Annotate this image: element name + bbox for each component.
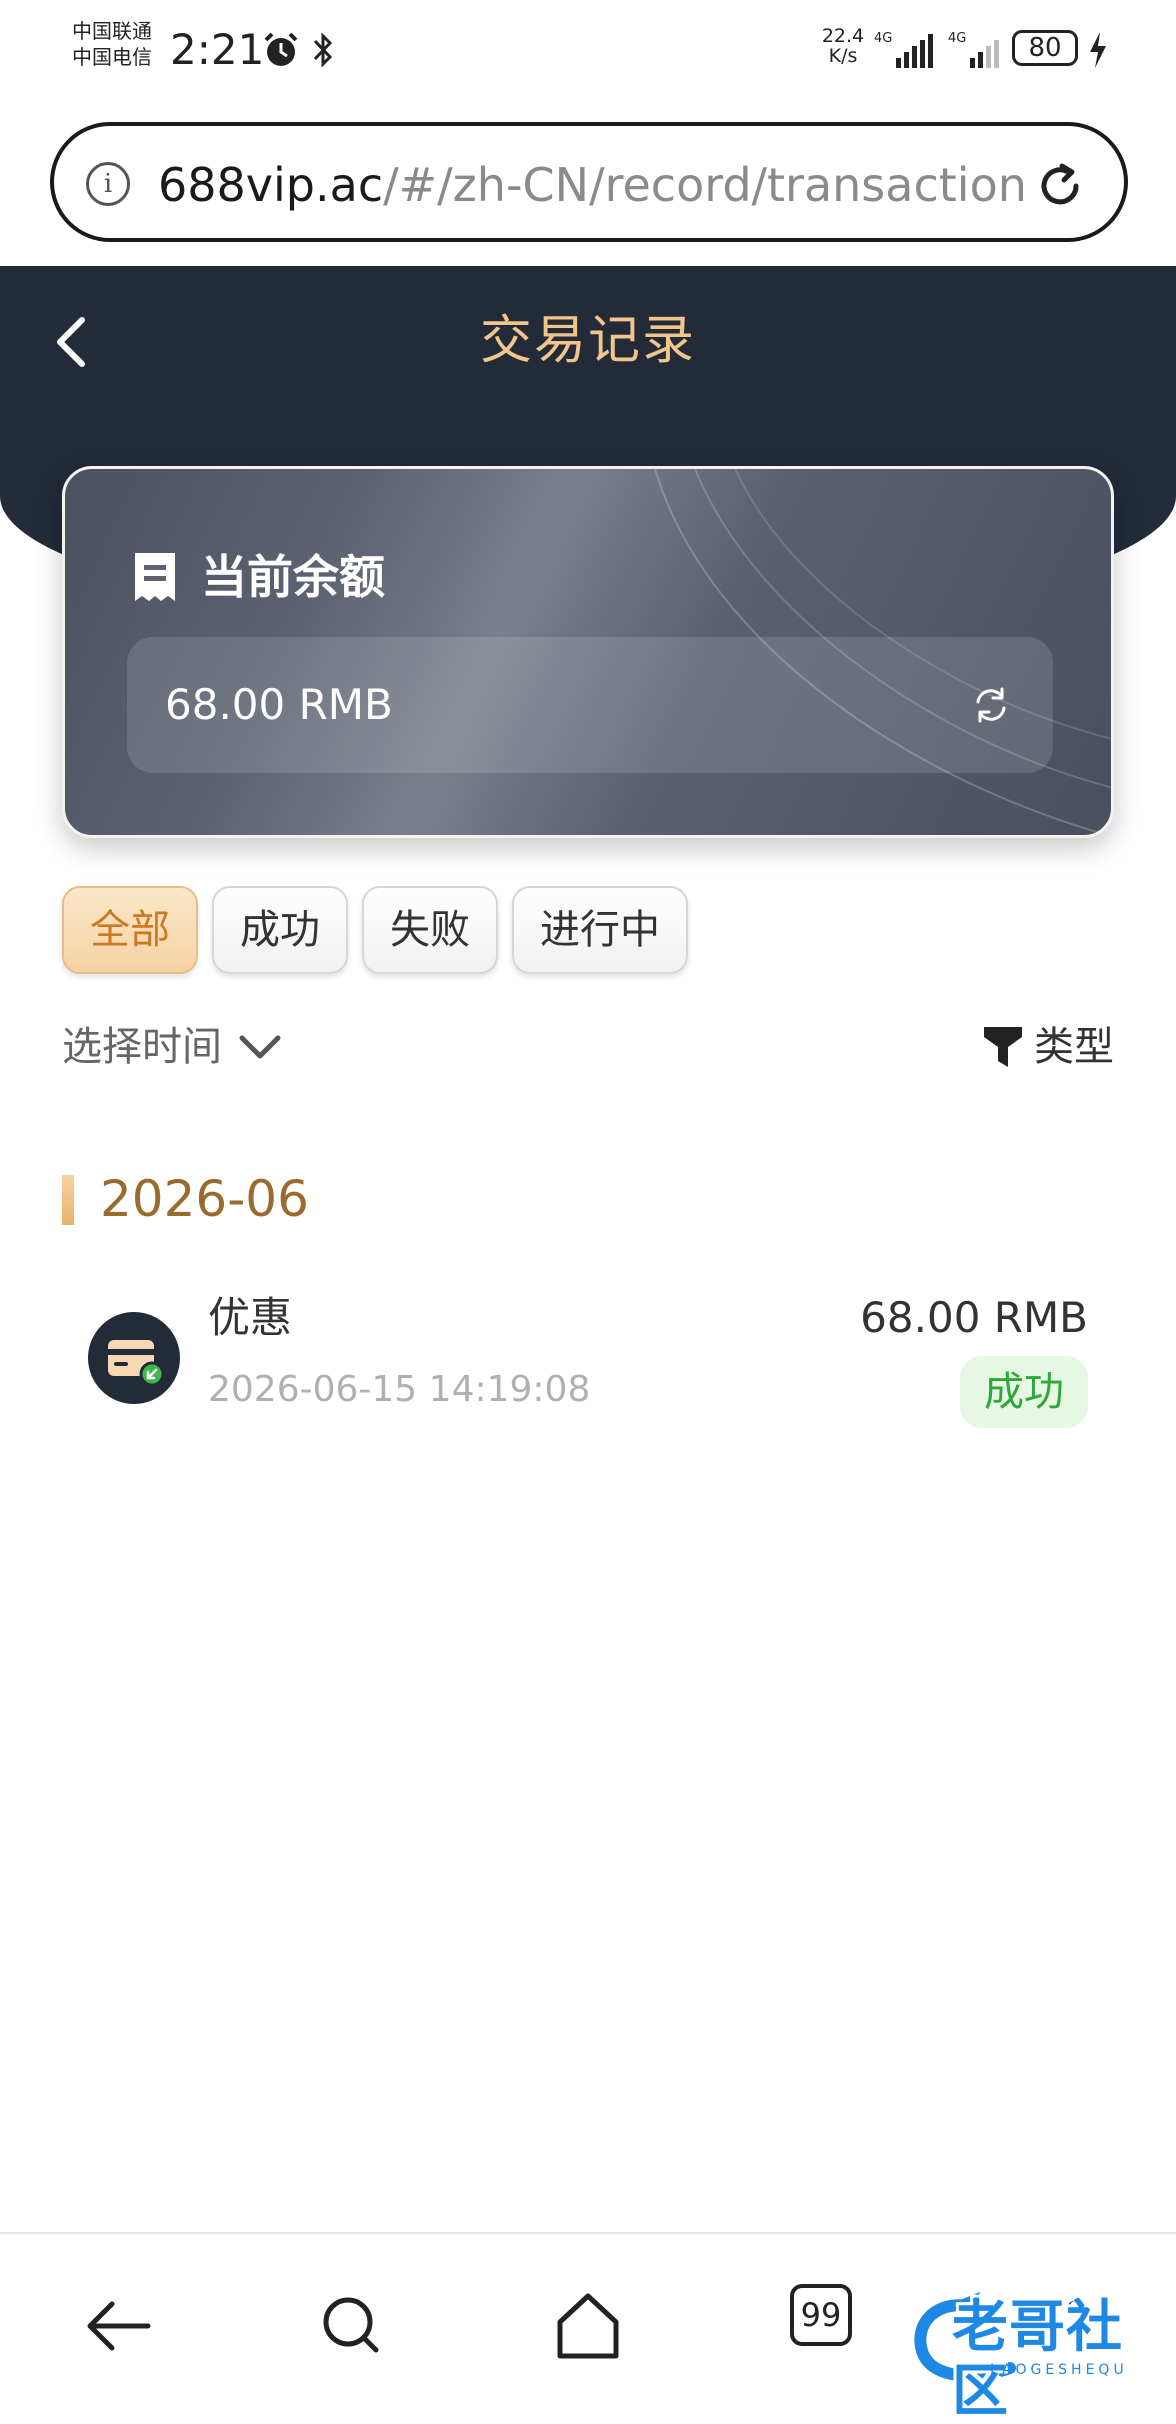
watermark-subtext: LAOGESHEQU [990, 2362, 1128, 2378]
nav-home-icon[interactable] [548, 2286, 628, 2366]
watermark-text: 老哥社区 [952, 2295, 1123, 2424]
refresh-balance-icon[interactable] [971, 685, 1011, 725]
url-text[interactable]: 688vip.ac/#/zh-CN/record/transaction [158, 156, 1038, 214]
network-type-1: 4G [874, 31, 892, 46]
transaction-row[interactable]: 优惠 2026-06-15 14:19:08 68.00 RMB 成功 [62, 1270, 1114, 1440]
time-select[interactable]: 选择时间 [62, 1018, 282, 1076]
filter-tab-success[interactable]: 成功 [212, 886, 348, 974]
status-time: 2:21 [170, 25, 265, 74]
site-info-icon[interactable]: i [86, 162, 130, 206]
filter-tab-in-progress[interactable]: 进行中 [512, 886, 688, 974]
deposit-card-icon [108, 1340, 165, 1387]
nav-back-icon[interactable] [78, 2286, 158, 2366]
filter-tab-all[interactable]: 全部 [62, 886, 198, 974]
filter-icon [984, 1027, 1022, 1067]
url-path: /#/zh-CN/record/transaction [383, 158, 1027, 212]
nav-tabs-icon[interactable]: 99 [790, 2284, 852, 2346]
month-marker [62, 1175, 74, 1225]
alarm-icon [264, 32, 298, 66]
net-speed: 22.4 K/s [821, 25, 865, 67]
charging-icon [1090, 32, 1106, 68]
month-label: 2026-06 [100, 1170, 309, 1228]
signal-icon: 4G [874, 31, 933, 68]
balance-card: 当前余额 68.00 RMB [62, 466, 1114, 838]
type-filter-label: 类型 [1034, 1024, 1114, 1070]
type-filter[interactable]: 类型 [982, 1018, 1114, 1076]
reload-icon[interactable] [1032, 158, 1088, 214]
balance-value: 68.00 RMB [165, 680, 393, 729]
signal-icon-2: 4G [948, 31, 999, 68]
network-type-2: 4G [948, 31, 966, 46]
transaction-status-badge: 成功 [960, 1356, 1088, 1428]
url-host: 688vip.ac [158, 158, 384, 212]
transaction-title: 优惠 [208, 1293, 293, 1342]
nav-search-icon[interactable] [312, 2286, 392, 2366]
carrier-2: 中国电信 [72, 45, 152, 69]
time-select-label: 选择时间 [62, 1024, 222, 1070]
watermark-logo: 老哥社区 LAOGESHEQU [910, 2290, 1170, 2424]
carrier-1: 中国联通 [72, 19, 152, 43]
page-title: 交易记录 [479, 311, 696, 371]
carrier-info: 中国联通 中国电信 [72, 18, 152, 70]
balance-label: 当前余额 [201, 550, 385, 604]
status-bar: 中国联通 中国电信 2:21 22.4 K/s 4G 4G 80 [0, 0, 1176, 110]
transaction-amount: 68.00 RMB [860, 1293, 1088, 1342]
receipt-icon [135, 553, 175, 601]
chevron-down-icon [239, 1035, 281, 1059]
bluetooth-icon [313, 32, 333, 68]
battery-indicator: 80 [1012, 30, 1078, 66]
balance-field: 68.00 RMB [127, 637, 1053, 773]
url-bar[interactable]: i 688vip.ac/#/zh-CN/record/transaction [50, 122, 1128, 242]
filter-tab-failed[interactable]: 失败 [362, 886, 498, 974]
transaction-time: 2026-06-15 14:19:08 [208, 1369, 591, 1410]
transaction-avatar [88, 1312, 180, 1404]
